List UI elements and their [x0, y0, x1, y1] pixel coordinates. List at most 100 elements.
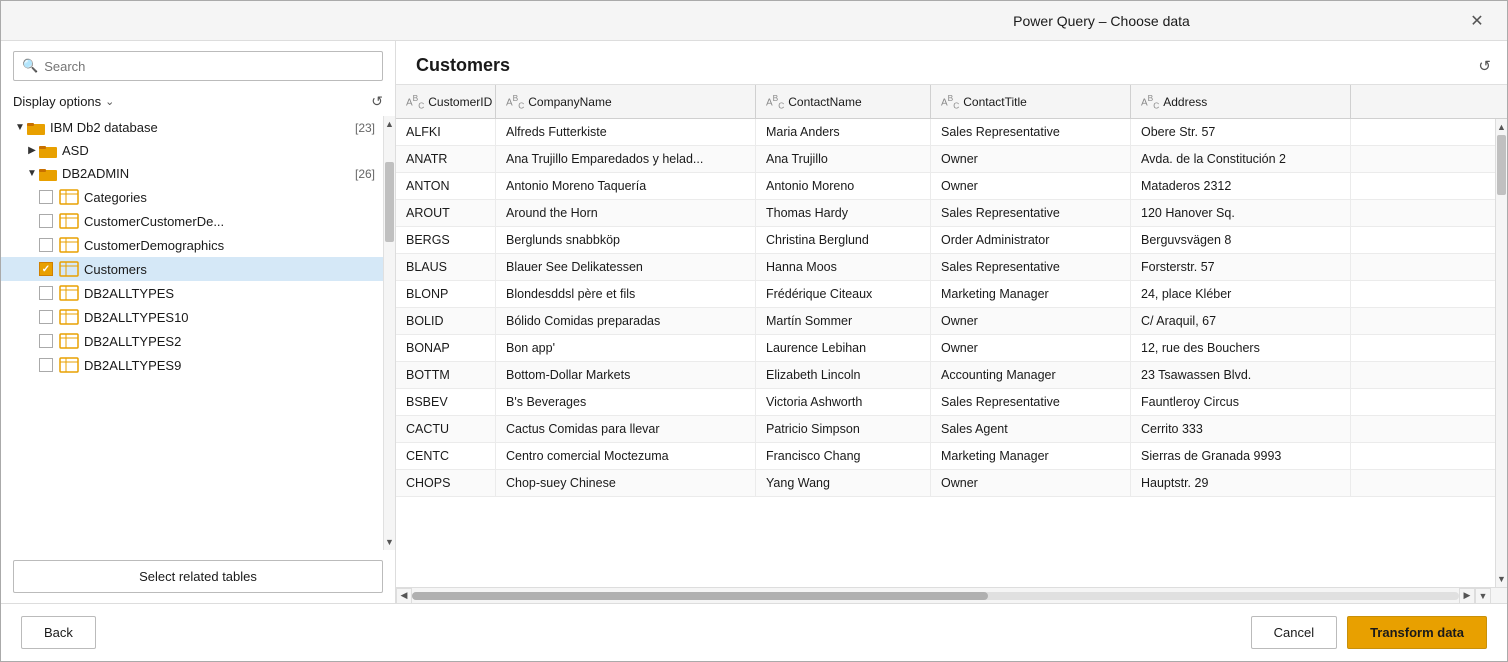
search-icon: 🔍 — [22, 58, 38, 74]
table-icon-categories — [59, 189, 79, 205]
hscroll-right-arrow[interactable]: ▶ — [1459, 588, 1475, 604]
cell-contactname: Frédérique Citeaux — [756, 281, 931, 307]
col-header-customerid-label: CustomerID — [428, 95, 492, 109]
cell-contacttitle: Owner — [931, 470, 1131, 496]
table-row[interactable]: CHOPSChop-suey ChineseYang WangOwnerHaup… — [396, 470, 1495, 497]
cell-contacttitle: Accounting Manager — [931, 362, 1131, 388]
table-row[interactable]: BERGSBerglunds snabbköpChristina Berglun… — [396, 227, 1495, 254]
vscroll-up-arrow[interactable]: ▲ — [1496, 119, 1507, 135]
cell-companyname: Bottom-Dollar Markets — [496, 362, 756, 388]
select-related-tables-button[interactable]: Select related tables — [13, 560, 383, 593]
cell-contactname: Martín Sommer — [756, 308, 931, 334]
table-node-db2alltypes[interactable]: DB2ALLTYPES — [1, 281, 383, 305]
folder-icon-ibm-db2 — [27, 121, 45, 135]
vscroll-thumb[interactable] — [1497, 135, 1506, 195]
table-icon-customercustomerde — [59, 213, 79, 229]
checkbox-customercustomerde[interactable] — [39, 214, 53, 228]
cell-contactname: Thomas Hardy — [756, 200, 931, 226]
grid-body: ALFKIAlfreds FutterkisteMaria AndersSale… — [396, 119, 1495, 587]
tree-scroll-area: ▼ IBM Db2 database [23] ▶ — [1, 116, 383, 550]
table-row[interactable]: BLAUSBlauer See DelikatessenHanna MoosSa… — [396, 254, 1495, 281]
left-panel-scrollbar: ▲ ▼ — [383, 116, 395, 550]
table-node-db2alltypes10[interactable]: DB2ALLTYPES10 — [1, 305, 383, 329]
cell-contacttitle: Sales Representative — [931, 389, 1131, 415]
transform-data-button[interactable]: Transform data — [1347, 616, 1487, 649]
cell-customerid: CHOPS — [396, 470, 496, 496]
table-row[interactable]: ANTONAntonio Moreno TaqueríaAntonio More… — [396, 173, 1495, 200]
tree-node-ibm-db2[interactable]: ▼ IBM Db2 database [23] — [1, 116, 383, 139]
cell-contactname: Antonio Moreno — [756, 173, 931, 199]
ibm-db2-count: [23] — [355, 121, 375, 135]
table-row[interactable]: BOTTMBottom-Dollar MarketsElizabeth Linc… — [396, 362, 1495, 389]
vscroll-down-arrow[interactable]: ▼ — [1496, 571, 1507, 587]
tree-node-db2admin[interactable]: ▼ DB2ADMIN [26] — [1, 162, 383, 185]
table-row[interactable]: AROUTAround the HornThomas HardySales Re… — [396, 200, 1495, 227]
table-node-customers[interactable]: Customers — [1, 257, 383, 281]
table-node-db2alltypes2[interactable]: DB2ALLTYPES2 — [1, 329, 383, 353]
table-row[interactable]: CACTUCactus Comidas para llevarPatricio … — [396, 416, 1495, 443]
table-icon-db2alltypes2 — [59, 333, 79, 349]
expand-icon-asd: ▶ — [25, 145, 39, 156]
cell-customerid: BSBEV — [396, 389, 496, 415]
checkbox-db2alltypes9[interactable] — [39, 358, 53, 372]
checkbox-customers[interactable] — [39, 262, 53, 276]
left-scroll-down-arrow[interactable]: ▼ — [384, 534, 395, 550]
bottom-bar: Back Cancel Transform data — [1, 603, 1507, 661]
table-node-db2alltypes9[interactable]: DB2ALLTYPES9 — [1, 353, 383, 377]
cell-customerid: BOLID — [396, 308, 496, 334]
table-node-customercustomerde[interactable]: CustomerCustomerDe... — [1, 209, 383, 233]
checkbox-categories[interactable] — [39, 190, 53, 204]
checkbox-db2alltypes2[interactable] — [39, 334, 53, 348]
cell-address: C/ Araquil, 67 — [1131, 308, 1351, 334]
table-row[interactable]: BOLIDBólido Comidas preparadasMartín Som… — [396, 308, 1495, 335]
table-row[interactable]: ALFKIAlfreds FutterkisteMaria AndersSale… — [396, 119, 1495, 146]
left-scroll-thumb[interactable] — [385, 162, 394, 242]
checkbox-db2alltypes[interactable] — [39, 286, 53, 300]
col-header-contactname-label: ContactName — [788, 95, 861, 109]
expand-icon-db2admin: ▼ — [25, 168, 39, 179]
table-row[interactable]: BONAPBon app'Laurence LebihanOwner12, ru… — [396, 335, 1495, 362]
cell-address: 23 Tsawassen Blvd. — [1131, 362, 1351, 388]
col-header-companyname: ABC CompanyName — [496, 85, 756, 118]
left-scroll-up-arrow[interactable]: ▲ — [384, 116, 395, 132]
bottom-right-buttons: Cancel Transform data — [1251, 616, 1487, 649]
cell-address: Forsterstr. 57 — [1131, 254, 1351, 280]
checkbox-customerdemographics[interactable] — [39, 238, 53, 252]
search-input[interactable] — [44, 59, 374, 74]
asd-label: ASD — [62, 143, 375, 158]
cell-companyname: Bólido Comidas preparadas — [496, 308, 756, 334]
cell-customerid: BLAUS — [396, 254, 496, 280]
table-node-categories[interactable]: Categories — [1, 185, 383, 209]
display-options-label[interactable]: Display options — [13, 94, 101, 109]
folder-icon-db2admin — [39, 167, 57, 181]
table-row[interactable]: BLONPBlondesddsl père et filsFrédérique … — [396, 281, 1495, 308]
close-button[interactable]: ✕ — [1463, 7, 1491, 35]
cell-companyname: Around the Horn — [496, 200, 756, 226]
cell-address: Fauntleroy Circus — [1131, 389, 1351, 415]
cell-address: Cerrito 333 — [1131, 416, 1351, 442]
col-type-icon-companyname: ABC — [506, 93, 524, 110]
back-button[interactable]: Back — [21, 616, 96, 649]
vscroll-bottom-arrow[interactable]: ▼ — [1475, 588, 1491, 604]
customerdemographics-label: CustomerDemographics — [84, 238, 375, 253]
db2alltypes9-label: DB2ALLTYPES9 — [84, 358, 375, 373]
cell-customerid: ANATR — [396, 146, 496, 172]
tree-node-asd[interactable]: ▶ ASD — [1, 139, 383, 162]
checkbox-db2alltypes10[interactable] — [39, 310, 53, 324]
customers-table-title: Customers — [416, 55, 510, 76]
cell-contactname: Elizabeth Lincoln — [756, 362, 931, 388]
cancel-button[interactable]: Cancel — [1251, 616, 1337, 649]
refresh-icon-left[interactable]: ↺ — [371, 93, 383, 110]
hscroll-track — [412, 592, 1459, 600]
cell-contactname: Patricio Simpson — [756, 416, 931, 442]
hscroll-left-arrow[interactable]: ◀ — [396, 588, 412, 604]
hscroll-thumb[interactable] — [412, 592, 988, 600]
table-row[interactable]: ANATRAna Trujillo Emparedados y helad...… — [396, 146, 1495, 173]
right-panel-header: Customers ↺ — [396, 41, 1507, 84]
table-node-customerdemographics[interactable]: CustomerDemographics — [1, 233, 383, 257]
cell-companyname: Blauer See Delikatessen — [496, 254, 756, 280]
left-panel-inner: ▼ IBM Db2 database [23] ▶ — [1, 116, 395, 550]
table-row[interactable]: BSBEVB's BeveragesVictoria AshworthSales… — [396, 389, 1495, 416]
refresh-icon-right[interactable]: ↺ — [1478, 57, 1491, 75]
table-row[interactable]: CENTCCentro comercial MoctezumaFrancisco… — [396, 443, 1495, 470]
